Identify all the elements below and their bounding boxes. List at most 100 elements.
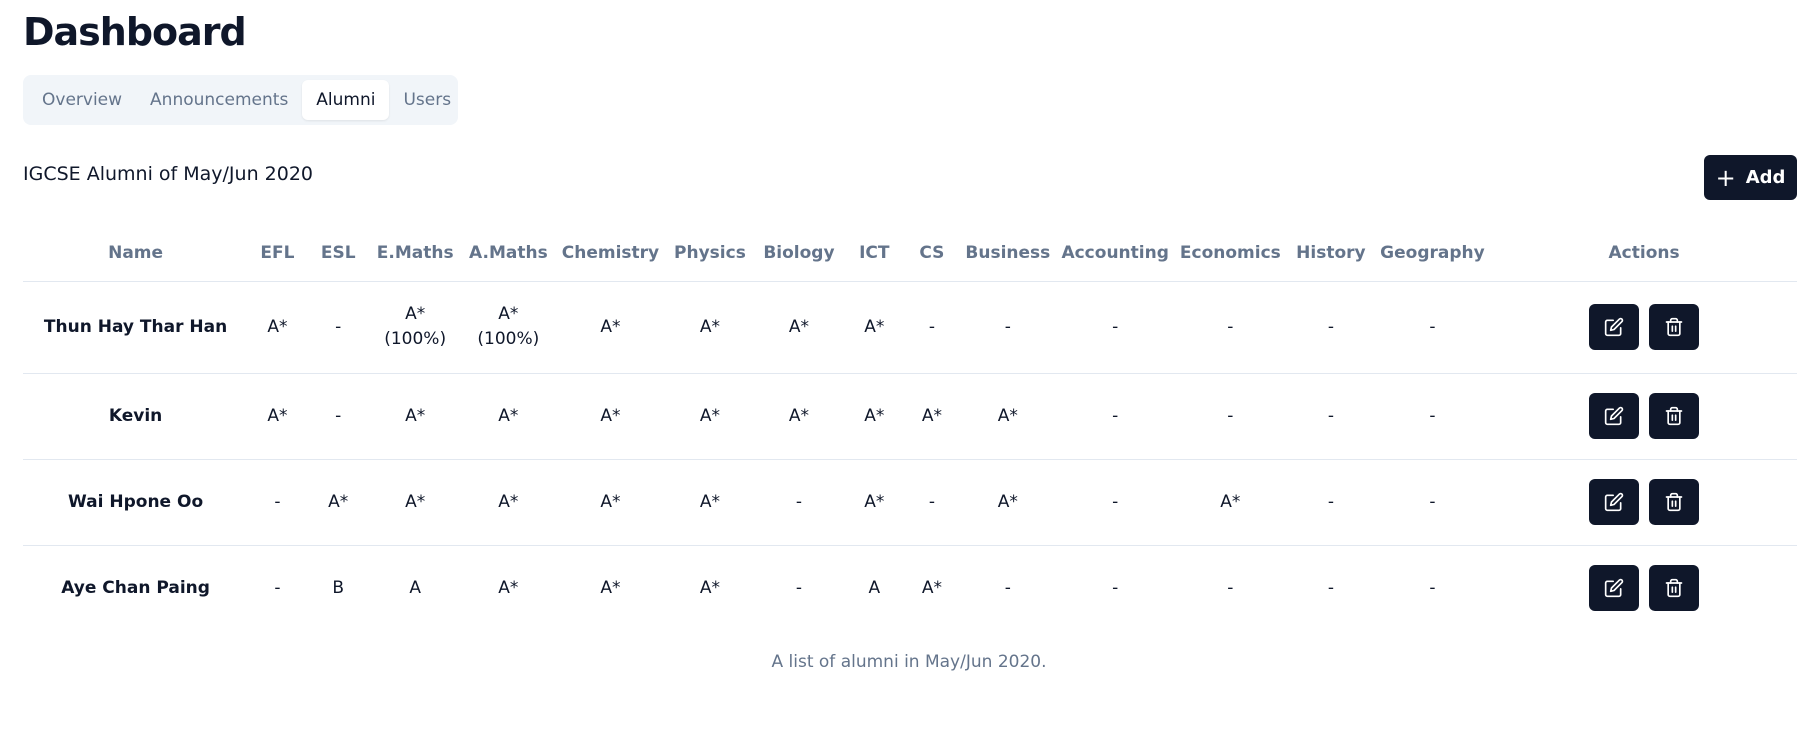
plus-icon: +: [1715, 163, 1736, 192]
grade-cell-biology: A*: [754, 373, 843, 460]
grade-cell-cs: -: [905, 459, 959, 546]
grade-cell-history: -: [1327, 577, 1334, 598]
grade-cell-ict: A: [868, 577, 881, 598]
page-title: Dashboard: [23, 10, 247, 54]
table-row: Aye Chan Paing - B A A* A* A* - A A* - - - - -: [23, 545, 1797, 631]
column-header-efl: EFL: [248, 225, 307, 282]
grade-cell-ict: A*: [842, 281, 906, 374]
grade-cell-economics: -: [1172, 281, 1288, 374]
section-title: IGCSE Alumni of May/Jun 2020: [23, 163, 314, 185]
column-header-accounting: Accounting: [1057, 225, 1173, 282]
column-header-economics: Economics: [1172, 225, 1288, 282]
grade-cell-accounting: -: [1057, 281, 1173, 374]
grade-cell-geography: -: [1373, 373, 1492, 460]
grade-cell-economics: -: [1172, 373, 1288, 460]
grade-cell-efl: -: [274, 577, 281, 598]
column-header-name: Name: [23, 225, 249, 282]
tab-list: Overview Announcements Alumni Users: [23, 75, 458, 125]
grade-cell-e-maths: A*: [369, 459, 461, 546]
delete-button[interactable]: [1649, 304, 1700, 350]
grade-cell-accounting: -: [1112, 577, 1119, 598]
grade-cell-accounting: -: [1057, 459, 1173, 546]
delete-button[interactable]: [1649, 565, 1700, 612]
grade-cell-history: -: [1287, 281, 1374, 374]
column-header-history: History: [1287, 225, 1374, 282]
edit-button[interactable]: [1589, 393, 1640, 439]
grade-cell-a-maths: A*: [498, 577, 519, 598]
tab-announcements[interactable]: Announcements: [136, 80, 302, 120]
grade-cell-e-maths: A: [409, 577, 421, 598]
tab-alumni[interactable]: Alumni: [302, 80, 390, 120]
edit-button[interactable]: [1589, 304, 1640, 350]
grade-cell-cs: -: [905, 281, 959, 374]
edit-button[interactable]: [1589, 565, 1640, 612]
grade-cell-business: -: [1004, 577, 1011, 598]
table-row: Wai Hpone Oo - A* A* A* A* A* - A* - A* - A* - -: [23, 459, 1797, 546]
grade-cell-a-maths: A*: [460, 373, 556, 460]
edit-icon: [1604, 317, 1624, 337]
trash-icon: [1664, 317, 1684, 337]
alumni-name: Aye Chan Paing: [61, 577, 210, 598]
grade-cell-geography: -: [1429, 577, 1436, 598]
grade-cell-history: -: [1287, 373, 1374, 460]
grade-cell-biology: -: [795, 577, 802, 598]
table-header-row: Name EFL ESL E.Maths A.Maths Chemistry Physics…: [23, 225, 1797, 282]
delete-button[interactable]: [1649, 393, 1700, 439]
column-header-ict: ICT: [842, 225, 906, 282]
grade-cell-economics: -: [1227, 577, 1234, 598]
column-header-actions: Actions: [1491, 225, 1797, 282]
grade-cell-physics: A*: [699, 577, 720, 598]
grade-cell-efl: A*: [248, 373, 307, 460]
column-header-business: Business: [958, 225, 1058, 282]
row-actions: [1491, 459, 1797, 546]
grade-cell-esl: A*: [306, 459, 370, 546]
tab-users[interactable]: Users: [389, 80, 465, 120]
grade-cell-cs: A*: [905, 373, 959, 460]
column-header-esl: ESL: [306, 225, 370, 282]
alumni-table: Name EFL ESL E.Maths A.Maths Chemistry Physics…: [23, 225, 1797, 631]
delete-button[interactable]: [1649, 479, 1700, 525]
grade-cell-biology: -: [754, 459, 843, 546]
grade-cell-economics: A*: [1172, 459, 1288, 546]
grade-cell-ict: A*: [842, 459, 906, 546]
edit-icon: [1604, 578, 1624, 598]
column-header-physics: Physics: [664, 225, 755, 282]
table-caption: A list of alumni in May/Jun 2020.: [771, 652, 1047, 672]
grade-cell-esl: B: [332, 577, 345, 598]
grade-cell-chemistry: A*: [556, 459, 665, 546]
column-header-chemistry: Chemistry: [556, 225, 665, 282]
grade-cell-cs: A*: [921, 577, 942, 598]
grade-cell-history: -: [1287, 459, 1374, 546]
grade-cell-ict: A*: [842, 373, 906, 460]
grade-cell-physics: A*: [664, 281, 755, 374]
column-header-geography: Geography: [1373, 225, 1492, 282]
grade-cell-business: A*: [958, 373, 1058, 460]
grade-cell-accounting: -: [1057, 373, 1173, 460]
grade-cell-business: -: [958, 281, 1058, 374]
table-row: Thun Hay Thar Han A* - A* (100%) A* (100%) A*…: [23, 281, 1797, 374]
grade-cell-geography: -: [1373, 281, 1492, 374]
table-row: Kevin A* - A* A* A* A* A* A* A* A* - - - -: [23, 373, 1797, 460]
grade-cell-biology: A*: [754, 281, 843, 374]
grade-cell-chemistry: A*: [600, 577, 621, 598]
grade-cell-esl: -: [306, 281, 370, 374]
add-alumni-button[interactable]: + Add: [1704, 155, 1797, 200]
edit-icon: [1604, 406, 1624, 426]
grade-cell-physics: A*: [664, 373, 755, 460]
trash-icon: [1664, 406, 1684, 426]
alumni-name: Kevin: [23, 373, 249, 460]
trash-icon: [1664, 492, 1684, 512]
alumni-name: Wai Hpone Oo: [23, 459, 249, 546]
grade-cell-geography: -: [1373, 459, 1492, 546]
trash-icon: [1664, 578, 1684, 598]
grade-cell-efl: A*: [248, 281, 307, 374]
column-header-a-maths: A.Maths: [460, 225, 556, 282]
grade-cell-esl: -: [306, 373, 370, 460]
edit-button[interactable]: [1589, 479, 1640, 525]
row-actions: [1491, 281, 1797, 374]
grade-cell-business: A*: [958, 459, 1058, 546]
tab-overview[interactable]: Overview: [28, 80, 136, 120]
grade-cell-chemistry: A*: [556, 281, 665, 374]
add-button-label: Add: [1745, 167, 1786, 188]
grade-cell-chemistry: A*: [556, 373, 665, 460]
